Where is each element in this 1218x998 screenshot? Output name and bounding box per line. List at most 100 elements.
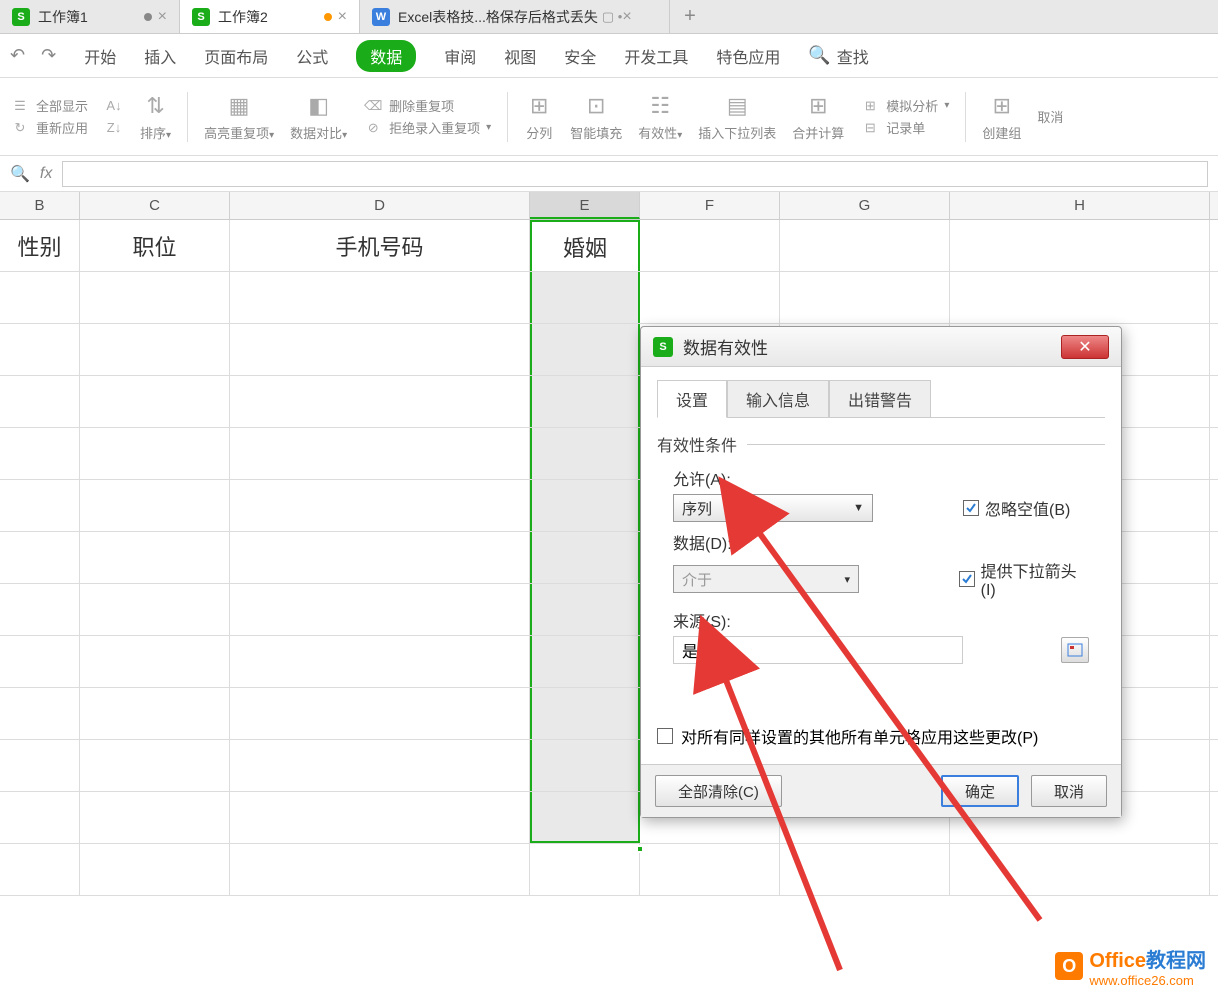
sort-asc-icon[interactable]: A↓ <box>104 96 124 116</box>
compare-label: 数据对比 <box>290 126 342 141</box>
menu-formula[interactable]: 公式 <box>296 44 328 68</box>
source-value: 是,否 <box>682 638 718 662</box>
undo-icon[interactable]: ↶ <box>10 45 25 66</box>
menu-review[interactable]: 审阅 <box>444 44 476 68</box>
reapply-label[interactable]: 重新应用 <box>36 118 88 137</box>
quick-access: ↶ ↷ <box>10 45 56 66</box>
ribbon-insert-dropdown[interactable]: ▤ 插入下拉列表 <box>698 91 776 142</box>
group-icon: ⊞ <box>987 91 1017 121</box>
ribbon-consolidate[interactable]: ⊞ 合并计算 <box>792 91 844 142</box>
ribbon-smartfill[interactable]: ⊡ 智能填充 <box>570 91 622 142</box>
tab-error-alert[interactable]: 出错警告 <box>829 380 931 418</box>
cell[interactable] <box>780 220 950 271</box>
cell[interactable] <box>950 220 1210 271</box>
ribbon-split[interactable]: ⊞ 分列 <box>524 91 554 142</box>
search-icon: 🔍 <box>808 45 830 66</box>
close-icon[interactable]: × <box>158 8 167 26</box>
validity-label: 有效性 <box>638 126 677 141</box>
column-headers: B C D E F G H <box>0 192 1218 220</box>
tab-settings[interactable]: 设置 <box>657 380 727 418</box>
cell[interactable]: 性别 <box>0 220 80 271</box>
sim-label: 模拟分析 <box>886 96 938 115</box>
cancel-button[interactable]: 取消 <box>1031 775 1107 807</box>
sort-icon: ⇅ <box>141 91 171 121</box>
ribbon-data-compare[interactable]: ◧ 数据对比▾ <box>290 91 347 142</box>
dialog-titlebar[interactable]: S 数据有效性 ✕ <box>641 327 1121 367</box>
clear-all-button[interactable]: 全部清除(C) <box>655 775 782 807</box>
cell[interactable] <box>640 220 780 271</box>
col-header-e[interactable]: E <box>530 192 640 219</box>
brand-text2: 教程网 <box>1146 950 1206 972</box>
menu-insert[interactable]: 插入 <box>144 44 176 68</box>
menu-view[interactable]: 视图 <box>504 44 536 68</box>
delete-dup-label: 删除重复项 <box>389 96 454 115</box>
allow-value: 序列 <box>682 498 712 519</box>
sim-icon: ⊞ <box>860 96 880 116</box>
ribbon-group-create[interactable]: ⊞ 创建组 <box>982 91 1021 142</box>
add-tab-button[interactable]: + <box>670 5 710 28</box>
zoom-icon[interactable]: 🔍 <box>10 164 30 184</box>
range-picker-button[interactable] <box>1061 637 1089 663</box>
menu-bar: ↶ ↷ 开始 插入 页面布局 公式 数据 审阅 视图 安全 开发工具 特色应用 … <box>0 34 1218 78</box>
ok-button[interactable]: 确定 <box>941 775 1019 807</box>
col-header-h[interactable]: H <box>950 192 1210 219</box>
allow-combo[interactable]: 序列 ▼ <box>673 494 873 522</box>
apply-all-row[interactable]: 对所有同样设置的其他所有单元格应用这些更改(P) <box>657 724 1105 748</box>
provide-dropdown-checkbox[interactable]: 提供下拉箭头(I) <box>959 558 1089 600</box>
search-group[interactable]: 🔍 查找 <box>808 44 868 68</box>
provide-dropdown-label: 提供下拉箭头(I) <box>981 558 1089 600</box>
tab-workbook2[interactable]: S 工作簿2 × <box>180 0 360 33</box>
tab-extra-icons: ▢ • <box>602 9 622 25</box>
ignore-blank-checkbox[interactable]: 忽略空值(B) <box>963 496 1070 520</box>
ribbon-ungroup[interactable]: 取消 <box>1037 107 1063 126</box>
col-header-c[interactable]: C <box>80 192 230 219</box>
tab-workbook1[interactable]: S 工作簿1 × <box>0 0 180 33</box>
wps-sheet-icon: S <box>192 8 210 26</box>
ribbon-validity[interactable]: ☷ 有效性▾ <box>638 91 682 142</box>
ribbon-highlight-dup[interactable]: ▦ 高亮重复项▾ <box>204 91 274 142</box>
dialog-buttons: 全部清除(C) 确定 取消 <box>641 764 1121 817</box>
fx-icon[interactable]: fx <box>40 165 52 183</box>
checkbox-icon[interactable] <box>657 728 673 744</box>
brand-url: www.office26.com <box>1089 973 1206 988</box>
display-all-icon: ☰ <box>10 96 30 116</box>
highlight-icon: ▦ <box>224 91 254 121</box>
sort-desc-icon[interactable]: Z↓ <box>104 118 124 138</box>
modified-dot-icon <box>324 13 332 21</box>
logo-icon: O <box>1055 952 1083 980</box>
menu-security[interactable]: 安全 <box>564 44 596 68</box>
smartfill-label: 智能填充 <box>570 123 622 142</box>
menu-data[interactable]: 数据 <box>356 40 416 72</box>
tab-input-message[interactable]: 输入信息 <box>727 380 829 418</box>
cell[interactable]: 婚姻 <box>530 220 640 271</box>
selection-handle[interactable] <box>636 845 644 853</box>
group-label: 创建组 <box>982 126 1021 141</box>
menu-page[interactable]: 页面布局 <box>204 44 268 68</box>
close-button[interactable]: ✕ <box>1061 335 1109 359</box>
record-icon: ⊟ <box>860 118 880 138</box>
menu-dev[interactable]: 开发工具 <box>624 44 688 68</box>
display-all-label[interactable]: 全部显示 <box>36 96 88 115</box>
col-header-b[interactable]: B <box>0 192 80 219</box>
source-input[interactable]: 是,否 <box>673 636 963 664</box>
watermark: O Office教程网 www.office26.com <box>1055 944 1206 988</box>
ribbon-analysis-group: ⊞模拟分析▾ ⊟记录单 <box>860 96 949 138</box>
data-label: 数据(D): <box>673 530 1089 554</box>
col-header-g[interactable]: G <box>780 192 950 219</box>
ribbon-sort[interactable]: ⇅ 排序▾ <box>140 91 171 142</box>
cell[interactable]: 手机号码 <box>230 220 530 271</box>
close-icon[interactable]: × <box>338 8 347 26</box>
menu-start[interactable]: 开始 <box>84 44 116 68</box>
delete-dup-icon: ⌫ <box>363 96 383 116</box>
formula-input[interactable] <box>62 161 1208 187</box>
col-header-d[interactable]: D <box>230 192 530 219</box>
insert-drop-label: 插入下拉列表 <box>698 123 776 142</box>
data-validation-dialog: S 数据有效性 ✕ 设置 输入信息 出错警告 有效性条件 允许(A): 序列 ▼… <box>640 326 1122 818</box>
menu-special[interactable]: 特色应用 <box>716 44 780 68</box>
cell[interactable]: 职位 <box>80 220 230 271</box>
close-icon[interactable]: × <box>622 8 631 26</box>
redo-icon[interactable]: ↷ <box>41 45 56 66</box>
col-header-f[interactable]: F <box>640 192 780 219</box>
dialog-tabs: 设置 输入信息 出错警告 <box>657 379 1105 418</box>
tab-excel-doc[interactable]: W Excel表格技...格保存后格式丢失 ▢ • × <box>360 0 670 33</box>
